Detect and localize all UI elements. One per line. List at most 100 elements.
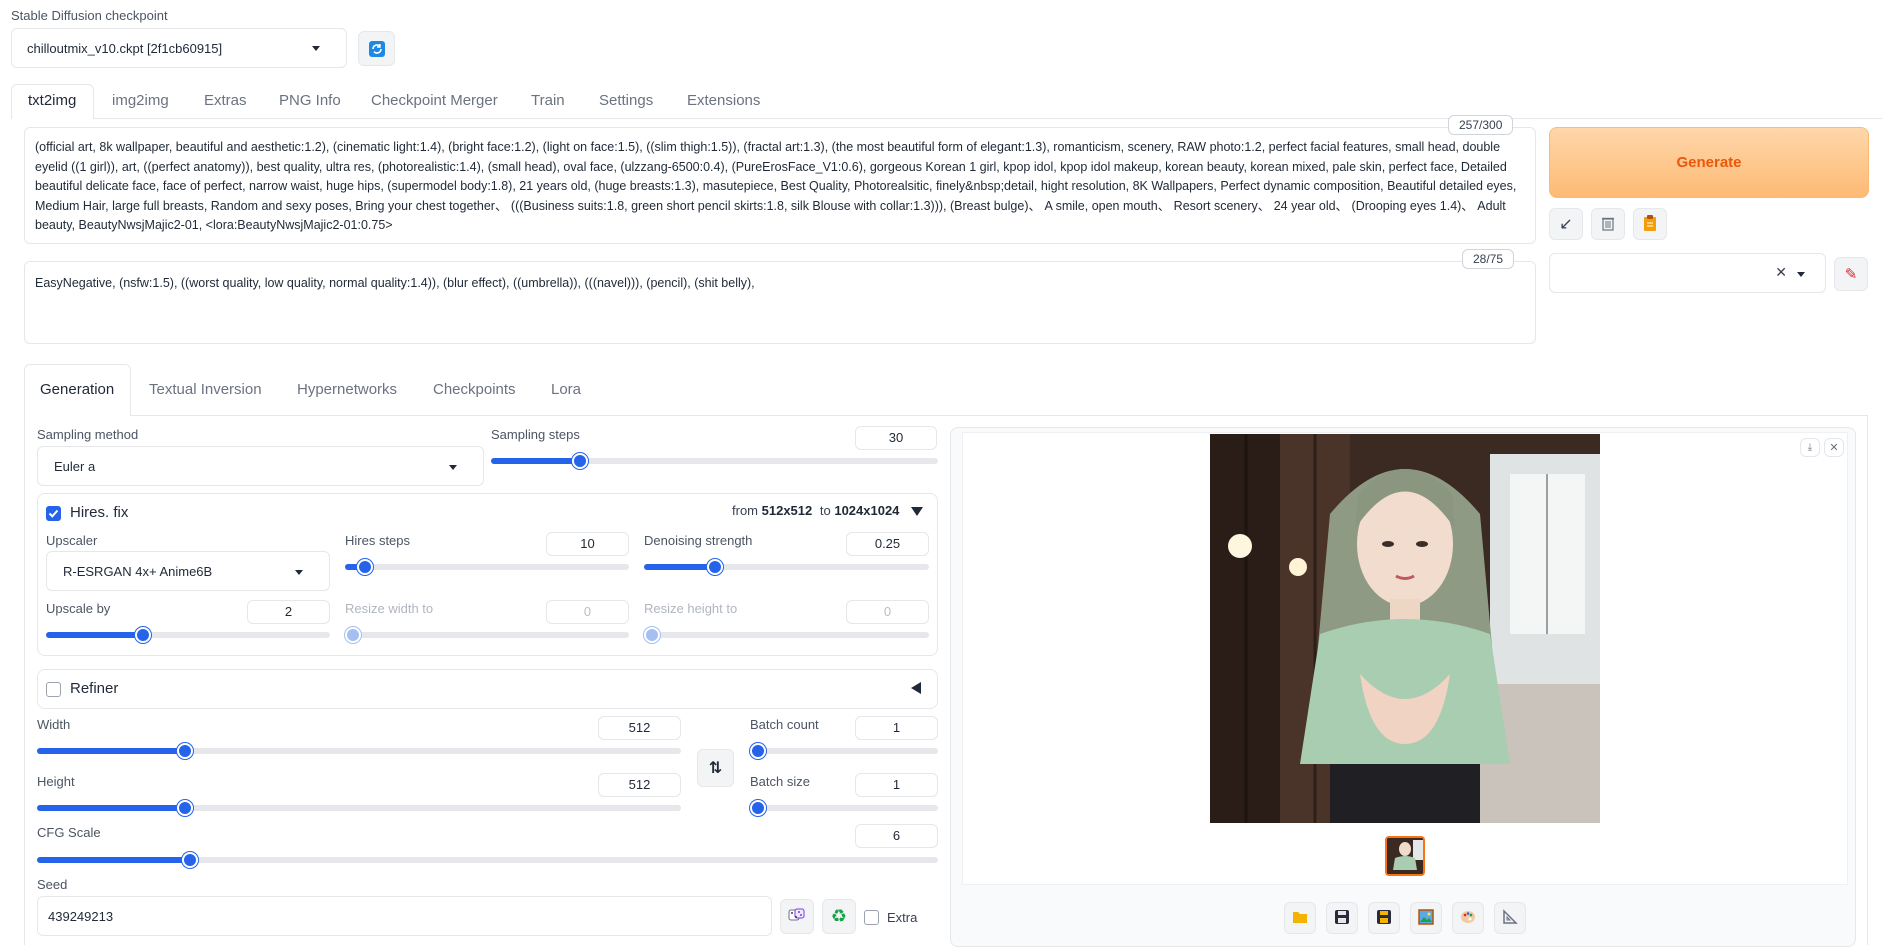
send-to-extras-button[interactable] [1494,902,1526,934]
hires-steps-input[interactable]: 10 [546,532,629,556]
upscale-by-label: Upscale by [46,601,111,616]
resize-width-slider[interactable] [345,627,629,643]
tab-txt2img[interactable]: txt2img [28,92,76,109]
download-image-button[interactable]: ⤓ [1800,438,1820,457]
generate-button[interactable]: Generate [1549,127,1869,198]
upscaler-value: R-ESRGAN 4x+ Anime6B [63,563,213,579]
slider-handle[interactable] [356,559,373,575]
height-input[interactable]: 512 [598,773,681,797]
refresh-checkpoint-button[interactable] [358,31,395,66]
zip-button[interactable] [1368,902,1400,934]
batch-size-input[interactable]: 1 [855,773,938,797]
refiner-checkbox[interactable] [46,682,61,697]
apply-style-button[interactable] [1633,208,1667,240]
seed-input[interactable]: 439249213 [37,896,772,936]
batch-size-slider[interactable] [750,800,938,816]
denoising-input[interactable]: 0.25 [846,532,929,556]
slider-handle[interactable] [345,627,361,643]
width-input[interactable]: 512 [598,716,681,740]
tab-extensions[interactable]: Extensions [687,92,760,109]
slider-handle[interactable] [644,627,660,643]
thumbnail-selected[interactable] [1385,836,1425,876]
upscaler-select[interactable]: R-ESRGAN 4x+ Anime6B [46,551,330,591]
close-icon: ✕ [1829,442,1839,454]
save-button[interactable] [1326,902,1358,934]
send-to-inpaint-button[interactable] [1452,902,1484,934]
sampling-steps-input[interactable]: 30 [855,426,937,450]
reuse-seed-button[interactable]: ♻ [822,899,856,934]
collapse-triangle-icon[interactable] [911,507,923,516]
sampling-method-value: Euler a [54,458,96,474]
arrow-down-left-icon: ↙ [1559,216,1573,233]
tab-lora[interactable]: Lora [551,381,581,398]
generated-image[interactable] [1210,434,1600,823]
styles-dropdown[interactable]: ✕ [1549,253,1826,293]
slider-handle[interactable] [177,743,194,759]
slider-handle[interactable] [177,800,194,816]
prompt-text: (official art, 8k wallpaper, beautiful a… [35,140,1517,232]
tab-generation[interactable]: Generation [40,381,114,398]
resize-width-input[interactable]: 0 [546,600,629,624]
prompt-token-counter: 257/300 [1448,115,1514,135]
cfg-scale-input[interactable]: 6 [855,824,938,848]
tab-extras[interactable]: Extras [204,92,247,109]
slider-fill [37,857,191,863]
expand-triangle-icon[interactable] [911,682,921,694]
negative-prompt-textarea[interactable]: EasyNegative, (nsfw:1.5), ((worst qualit… [24,261,1536,344]
tab-checkpoints[interactable]: Checkpoints [433,381,516,398]
negative-token-counter: 28/75 [1462,249,1515,269]
hires-fix-checkbox[interactable] [46,506,61,521]
palette-icon [1460,909,1476,928]
tab-hypernetworks[interactable]: Hypernetworks [297,381,397,398]
tab-png-info[interactable]: PNG Info [279,92,341,109]
clear-prompt-button[interactable] [1591,208,1625,240]
prompt-textarea[interactable]: (official art, 8k wallpaper, beautiful a… [24,127,1536,244]
negative-prompt-text: EasyNegative, (nsfw:1.5), ((worst qualit… [35,276,755,290]
picture-icon [1418,908,1434,928]
batch-size-label: Batch size [750,774,810,789]
tab-checkpoint-merger[interactable]: Checkpoint Merger [371,92,498,109]
resize-width-label: Resize width to [345,601,434,616]
batch-count-slider[interactable] [750,743,938,759]
tabs-baseline [94,118,1882,119]
tab-train[interactable]: Train [531,92,565,109]
tab-img2img[interactable]: img2img [112,92,169,109]
sampling-steps-slider[interactable] [491,453,938,469]
checkpoint-select[interactable]: chilloutmix_v10.ckpt [2f1cb60915] [11,28,347,68]
slider-handle[interactable] [750,743,766,759]
send-to-img2img-button[interactable] [1410,902,1442,934]
sampling-steps-label: Sampling steps [491,427,580,442]
read-params-button[interactable]: ↙ [1549,208,1583,240]
slider-handle[interactable] [134,627,151,643]
clear-x-icon[interactable]: ✕ [1775,264,1787,281]
cfg-scale-slider[interactable] [37,852,938,868]
chevron-down-icon [295,570,303,575]
slider-handle[interactable] [750,800,766,816]
hires-to-size: 1024x1024 [834,503,900,518]
hires-steps-slider[interactable] [345,559,629,575]
chevron-down-icon [312,46,320,51]
denoising-slider[interactable] [644,559,929,575]
resize-height-slider[interactable] [644,627,929,643]
sampling-method-select[interactable]: Euler a [37,446,484,486]
open-folder-button[interactable] [1284,902,1316,934]
height-slider[interactable] [37,800,681,816]
resize-height-input[interactable]: 0 [846,600,929,624]
folder-icon [1292,910,1308,927]
upscale-by-input[interactable]: 2 [247,600,330,624]
edit-styles-button[interactable]: ✎ [1834,257,1868,291]
upscaler-label: Upscaler [46,533,98,548]
tab-textual-inversion[interactable]: Textual Inversion [149,381,262,398]
refiner-label: Refiner [70,680,119,697]
swap-dimensions-button[interactable]: ⇅ [697,749,734,787]
random-seed-button[interactable] [780,899,814,934]
slider-fill [37,748,186,754]
close-image-button[interactable]: ✕ [1824,438,1844,457]
width-slider[interactable] [37,743,681,759]
checkpoint-value: chilloutmix_v10.ckpt [2f1cb60915] [27,40,223,56]
extra-seed-checkbox[interactable] [864,910,879,925]
dice-icon [788,907,806,926]
tab-settings[interactable]: Settings [599,92,653,109]
upscale-by-slider[interactable] [46,627,330,643]
batch-count-input[interactable]: 1 [855,716,938,740]
